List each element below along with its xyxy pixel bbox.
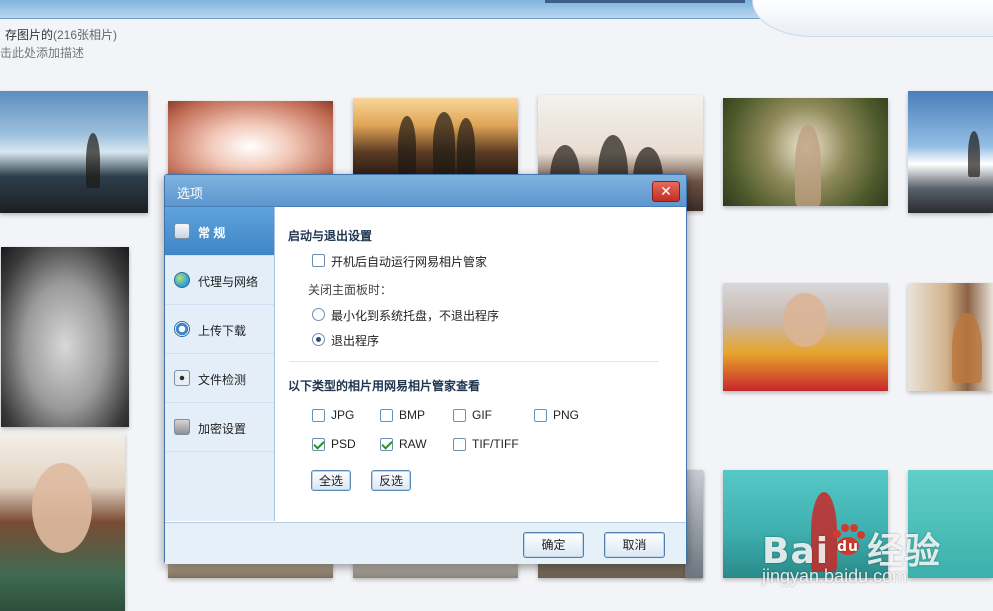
album-photo-count: (216张相片): [53, 28, 118, 42]
tiff-label: TIF/TIFF: [472, 437, 519, 451]
dialog-title-bar[interactable]: 选项 ✕: [165, 175, 686, 207]
png-label: PNG: [553, 408, 580, 422]
tiff-checkbox[interactable]: [453, 438, 466, 451]
photo-thumbnail[interactable]: [168, 101, 333, 177]
close-icon: ✕: [660, 183, 672, 199]
window-top-bar: [0, 0, 993, 37]
minimize-to-tray-label: 最小化到系统托盘，不退出程序: [331, 309, 500, 323]
baidu-jingyan-watermark: Bai du 经验 jingyan.baidu.com: [762, 522, 941, 586]
lock-icon: [174, 419, 190, 435]
on-close-label: 关闭主面板时：: [308, 283, 393, 297]
photo-thumbnail[interactable]: [723, 98, 888, 206]
exit-program-radio[interactable]: [312, 333, 325, 346]
sidebar-item-upload-download[interactable]: 上传下载: [165, 305, 274, 354]
sidebar-item-label: 常 规: [198, 226, 226, 240]
options-sidebar: 常 规 代理与网络 上传下载 文件检测 加密设置: [165, 207, 275, 521]
gif-label: GIF: [472, 408, 492, 422]
photo-thumbnail[interactable]: [723, 283, 888, 391]
raw-checkbox[interactable]: [380, 438, 393, 451]
photo-thumbnail[interactable]: [0, 433, 125, 611]
dialog-footer: 确定 取消: [165, 522, 686, 564]
invert-selection-button[interactable]: 反选: [371, 470, 411, 491]
gif-checkbox[interactable]: [453, 409, 466, 422]
top-bar-notch: [752, 0, 993, 37]
photo-thumbnail[interactable]: [1, 247, 129, 427]
bmp-checkbox[interactable]: [380, 409, 393, 422]
album-name: 存图片的: [5, 28, 54, 42]
psd-checkbox[interactable]: [312, 438, 325, 451]
photo-thumbnail[interactable]: [353, 98, 518, 176]
autostart-checkbox[interactable]: [312, 254, 325, 267]
file-types-section-title: 以下类型的相片用网易相片管家查看: [288, 379, 481, 393]
select-all-button[interactable]: 全选: [311, 470, 351, 491]
general-settings-icon: [174, 223, 190, 239]
eye-scan-icon: [174, 370, 190, 386]
raw-label: RAW: [399, 437, 427, 451]
photo-thumbnail[interactable]: [908, 283, 993, 391]
options-dialog: 选项 ✕ 常 规 代理与网络 上传下载 文件检测 加密设置 启动与退出设置 开机…: [164, 174, 687, 564]
sidebar-item-label: 加密设置: [198, 422, 247, 436]
startup-section-title: 启动与退出设置: [288, 229, 373, 243]
sidebar-item-general[interactable]: 常 规: [165, 207, 274, 256]
minimize-to-tray-radio[interactable]: [312, 308, 325, 321]
photo-thumbnail[interactable]: [0, 91, 148, 213]
section-divider: [289, 361, 659, 362]
bmp-label: BMP: [399, 408, 426, 422]
ok-button[interactable]: 确定: [523, 532, 584, 558]
album-title: 存图片的(216张相片): [5, 26, 117, 43]
exit-program-label: 退出程序: [331, 334, 380, 348]
dialog-title: 选项: [177, 186, 204, 201]
sidebar-item-label: 上传下载: [198, 324, 247, 338]
sync-transfer-icon: [174, 321, 190, 337]
photo-thumbnail[interactable]: [685, 470, 703, 578]
paw-icon: du: [833, 524, 866, 555]
album-description-hint[interactable]: 击此处添加描述: [0, 44, 84, 61]
sidebar-item-file-detection[interactable]: 文件检测: [165, 354, 274, 403]
svg-text:du: du: [837, 539, 859, 555]
cancel-button[interactable]: 取消: [604, 532, 665, 558]
sidebar-item-encryption[interactable]: 加密设置: [165, 403, 274, 452]
close-button[interactable]: ✕: [652, 181, 680, 202]
sidebar-item-label: 文件检测: [198, 373, 247, 387]
jpg-checkbox[interactable]: [312, 409, 325, 422]
options-content-panel: 启动与退出设置 开机后自动运行网易相片管家 关闭主面板时： 最小化到系统托盘，不…: [275, 207, 686, 521]
jpg-label: JPG: [331, 408, 355, 422]
sidebar-item-proxy-network[interactable]: 代理与网络: [165, 256, 274, 305]
title-bar-accent: [545, 0, 745, 3]
png-checkbox[interactable]: [534, 409, 547, 422]
globe-network-icon: [174, 272, 190, 288]
autostart-label: 开机后自动运行网易相片管家: [331, 255, 488, 269]
sidebar-item-label: 代理与网络: [198, 275, 259, 289]
photo-thumbnail[interactable]: [908, 91, 993, 213]
watermark-url: jingyan.baidu.com: [762, 566, 908, 586]
psd-label: PSD: [331, 437, 356, 451]
